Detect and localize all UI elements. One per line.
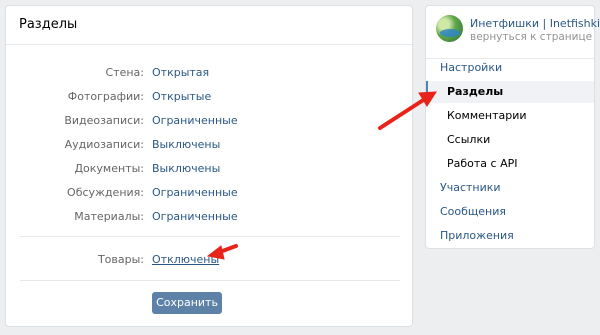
group-name-link[interactable]: Инетфишки | Inetfishki.ru: [470, 17, 600, 30]
sidebar-item-api[interactable]: Работа с API: [426, 153, 594, 175]
setting-label: Стена:: [105, 66, 145, 79]
setting-label: Материалы:: [74, 210, 144, 223]
sections-settings-panel: Разделы Стена: Открытая Фотографии: Откр…: [5, 5, 413, 327]
setting-value-dropdown[interactable]: Ограниченные: [152, 185, 238, 201]
setting-row-documents: Документы: Выключены: [6, 161, 412, 177]
divider: [20, 280, 400, 281]
back-to-page-link[interactable]: вернуться к странице: [470, 31, 592, 43]
sidebar-panel: Инетфишки | Inetfishki.ru вернуться к ст…: [425, 5, 600, 249]
setting-row-wall: Стена: Открытая: [6, 65, 412, 81]
setting-label: Фотографии:: [67, 90, 144, 103]
setting-value-dropdown[interactable]: Выключены: [152, 161, 220, 177]
avatar[interactable]: [436, 15, 463, 42]
page-title: Разделы: [6, 6, 412, 45]
sidebar-item-comments[interactable]: Комментарии: [426, 105, 594, 127]
divider: [20, 236, 400, 237]
setting-label: Обсуждения:: [67, 186, 144, 199]
sidebar-item-links[interactable]: Ссылки: [426, 129, 594, 151]
sidebar-item-messages[interactable]: Сообщения: [426, 201, 594, 223]
setting-value-dropdown[interactable]: Отключены: [152, 252, 219, 268]
setting-label: Товары:: [97, 253, 144, 266]
setting-row-discussions: Обсуждения: Ограниченные: [6, 185, 412, 201]
setting-row-photos: Фотографии: Открытые: [6, 89, 412, 105]
setting-label: Видеозаписи:: [64, 114, 144, 127]
setting-row-goods: Товары: Отключены: [6, 252, 412, 268]
setting-label: Документы:: [74, 162, 144, 175]
setting-row-videos: Видеозаписи: Ограниченные: [6, 113, 412, 129]
setting-label: Аудиозаписи:: [64, 138, 144, 151]
setting-value-dropdown[interactable]: Ограниченные: [152, 209, 238, 225]
setting-value-dropdown[interactable]: Открытая: [152, 65, 209, 81]
setting-value-dropdown[interactable]: Открытые: [152, 89, 211, 105]
group-card[interactable]: Инетфишки | Inetfishki.ru вернуться к ст…: [426, 6, 600, 52]
sidebar-item-members[interactable]: Участники: [426, 177, 594, 199]
sidebar-item-sections[interactable]: Разделы: [426, 81, 594, 103]
sidebar-item-apps[interactable]: Приложения: [426, 225, 594, 247]
save-button[interactable]: Сохранить: [152, 292, 222, 314]
setting-row-audio: Аудиозаписи: Выключены: [6, 137, 412, 153]
setting-value-dropdown[interactable]: Выключены: [152, 137, 220, 153]
setting-value-dropdown[interactable]: Ограниченные: [152, 113, 238, 129]
setting-row-materials: Материалы: Ограниченные: [6, 209, 412, 225]
sidebar-item-settings[interactable]: Настройки: [426, 57, 594, 79]
